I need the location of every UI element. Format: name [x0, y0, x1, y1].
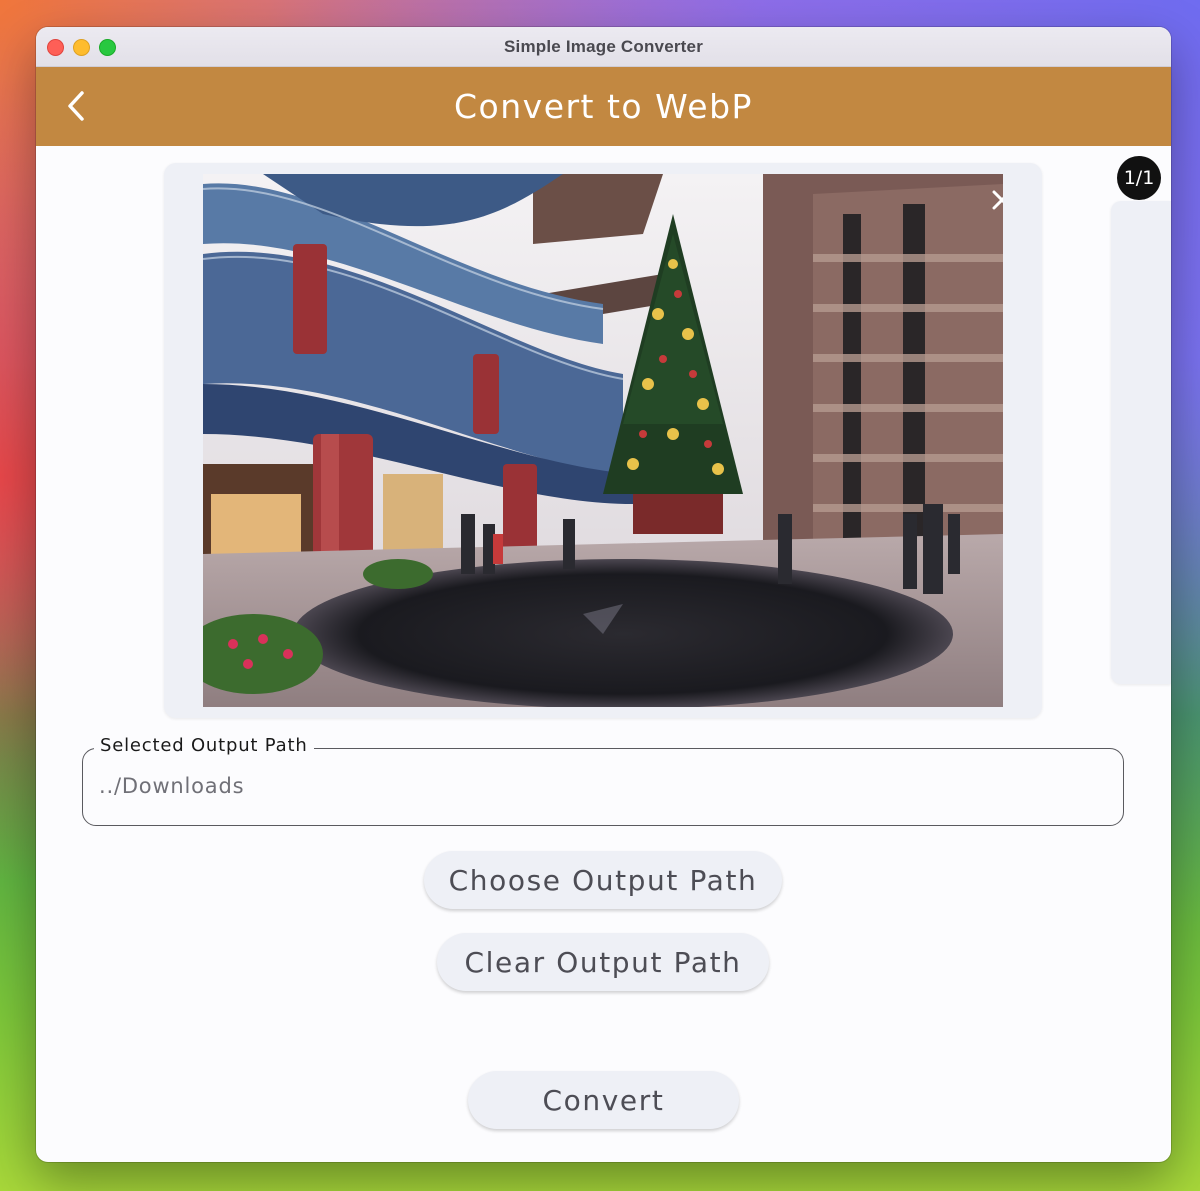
output-path-value: ../Downloads	[99, 774, 245, 798]
window-controls	[47, 39, 116, 56]
output-path-label: Selected Output Path	[94, 735, 314, 756]
preview-photo	[203, 174, 1003, 707]
close-icon	[992, 190, 1003, 210]
image-preview-card	[164, 163, 1042, 718]
window-title: Simple Image Converter	[503, 36, 704, 56]
output-path-field[interactable]: Selected Output Path ../Downloads	[82, 735, 1124, 826]
remove-image-button[interactable]	[988, 186, 1003, 214]
close-window-button[interactable]	[47, 39, 64, 56]
zoom-window-button[interactable]	[99, 39, 116, 56]
choose-output-path-button[interactable]: Choose Output Path	[424, 851, 782, 909]
image-counter-badge: 1/1	[1117, 156, 1161, 200]
page-title: Convert to WebP	[454, 87, 753, 126]
side-scroll-panel[interactable]	[1111, 201, 1171, 684]
app-bar: Convert to WebP	[36, 67, 1171, 146]
main-content: 1/1 Selected Output Path ../Downloads Ch…	[36, 146, 1171, 1162]
app-window: Simple Image Converter Convert to WebP 1…	[36, 27, 1171, 1162]
chevron-left-icon	[68, 91, 84, 121]
clear-output-path-button[interactable]: Clear Output Path	[437, 933, 769, 991]
back-button[interactable]	[60, 87, 92, 125]
title-bar: Simple Image Converter	[36, 27, 1171, 67]
convert-button[interactable]: Convert	[468, 1071, 739, 1129]
desktop-background: Simple Image Converter Convert to WebP 1…	[0, 0, 1200, 1191]
minimize-window-button[interactable]	[73, 39, 90, 56]
image-preview	[203, 174, 1003, 707]
